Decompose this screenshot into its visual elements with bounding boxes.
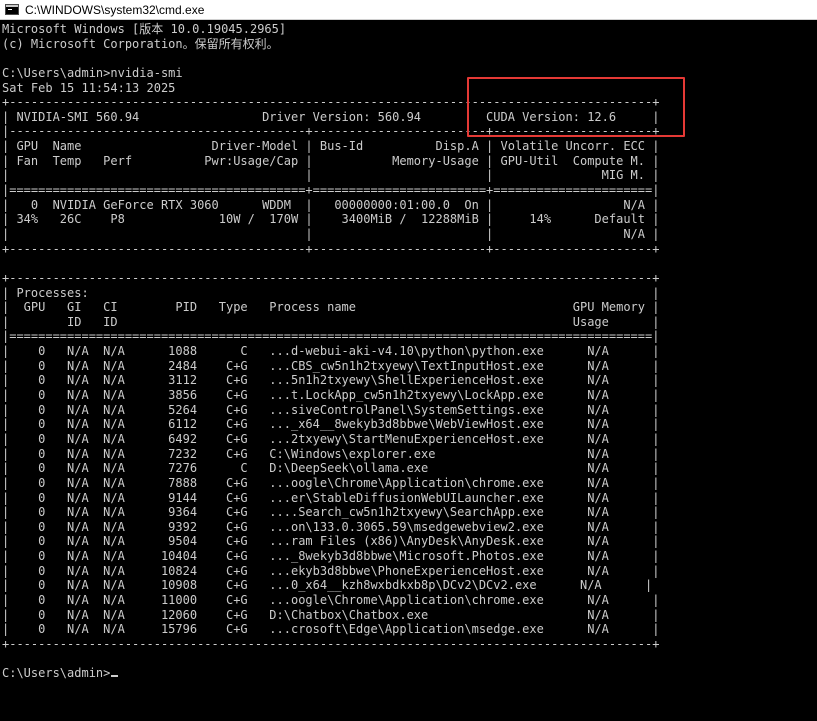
prompt-line[interactable]: C:\Users\admin> [2,666,817,681]
process-table-row: | GPU GI CI PID Type Process name GPU Me… [2,300,660,315]
text-cursor [111,675,119,678]
gpu-table-line: | 34% 26C P8 10W / 170W | 3400MiB / 1228… [2,212,660,227]
process-table-row: | 0 N/A N/A 2484 C+G ...CBS_cw5n1h2txyew… [2,358,660,373]
process-table-row: | 0 N/A N/A 1088 C ...d-webui-aki-v4.10\… [2,344,660,359]
console-window-icon [5,4,19,15]
process-table-row: +---------------------------------------… [2,636,660,651]
process-table: +---------------------------------------… [2,271,817,666]
console-line: Sat Feb 15 11:54:13 2025 [2,80,176,95]
process-table-row: | 0 N/A N/A 3112 C+G ...5n1h2txyewy\Shel… [2,373,660,388]
process-table-row: |=======================================… [2,329,660,344]
console-output[interactable]: Microsoft Windows [版本 10.0.19045.2965] (c… [2,22,817,681]
gpu-table-line: | | | N/A | [2,226,660,241]
process-table-row: | 0 N/A N/A 9392 C+G ...on\133.0.3065.59… [2,519,660,534]
process-table-row: | 0 N/A N/A 12060 C+G D:\Chatbox\Chatbox… [2,607,660,622]
process-table-row: | 0 N/A N/A 7276 C D:\DeepSeek\ollama.ex… [2,461,660,476]
cmd-window: C:\WINDOWS\system32\cmd.exe Microsoft Wi… [0,0,817,721]
process-table-row: | 0 N/A N/A 5264 C+G ...siveControlPanel… [2,402,660,417]
gpu-table-line: | | | MIG M. | [2,168,660,183]
process-table-row: | 0 N/A N/A 11000 C+G ...oogle\Chrome\Ap… [2,592,660,607]
gpu-table-line: | GPU Name Driver-Model | Bus-Id Disp.A … [2,139,660,154]
process-table-row: | 0 N/A N/A 10824 C+G ...ekyb3d8bbwe\Pho… [2,563,660,578]
process-table-row: | 0 N/A N/A 9504 C+G ...ram Files (x86)\… [2,534,660,549]
process-table-row: | 0 N/A N/A 7888 C+G ...oogle\Chrome\App… [2,475,660,490]
process-table-row: | 0 N/A N/A 9144 C+G ...er\StableDiffusi… [2,490,660,505]
process-table-row: | 0 N/A N/A 15796 C+G ...crosoft\Edge\Ap… [2,622,660,637]
process-table-row: | Processes: | [2,285,660,300]
process-table-row: | 0 N/A N/A 10908 C+G ...0_x64__kzh8wxbd… [2,578,653,593]
title-bar[interactable]: C:\WINDOWS\system32\cmd.exe [0,0,817,20]
console-line: (c) Microsoft Corporation。保留所有权利。 [2,36,279,51]
gpu-table-line: +---------------------------------------… [2,241,660,256]
process-table-row: | 0 N/A N/A 3856 C+G ...t.LockApp_cw5n1h… [2,388,660,403]
window-title: C:\WINDOWS\system32\cmd.exe [25,2,205,17]
process-table-row: | 0 N/A N/A 9364 C+G ....Search_cw5n1h2t… [2,505,660,520]
console-line: Microsoft Windows [版本 10.0.19045.2965] [2,22,287,36]
command-prompt: C:\Users\admin> [2,666,111,681]
gpu-table-line: | 0 NVIDIA GeForce RTX 3060 WDDM | 00000… [2,197,660,212]
gpu-table-line: | NVIDIA-SMI 560.94 Driver Version: 560.… [2,109,660,124]
process-table-row: | 0 N/A N/A 6112 C+G ..._x64__8wekyb3d8b… [2,417,660,432]
gpu-table-line [2,256,817,271]
console-header: Microsoft Windows [版本 10.0.19045.2965] (c… [2,22,817,95]
process-table-row: | 0 N/A N/A 6492 C+G ...2txyewy\StartMen… [2,431,660,446]
gpu-table-line: +---------------------------------------… [2,95,660,110]
process-table-row: | 0 N/A N/A 7232 C+G C:\Windows\explorer… [2,446,660,461]
process-table-row [2,652,817,667]
gpu-table-line: |---------------------------------------… [2,124,660,139]
console-line: C:\Users\admin>nvidia-smi [2,65,183,80]
cuda-version-highlight [467,77,685,137]
process-table-row: +---------------------------------------… [2,270,660,285]
process-table-row: | ID ID Usage | [2,314,660,329]
gpu-summary-table: +---------------------------------------… [2,95,817,271]
gpu-table-line: |=======================================… [2,183,660,198]
gpu-table-line: | Fan Temp Perf Pwr:Usage/Cap | Memory-U… [2,153,660,168]
process-table-row: | 0 N/A N/A 10404 C+G ..._8wekyb3d8bbwe\… [2,549,660,564]
